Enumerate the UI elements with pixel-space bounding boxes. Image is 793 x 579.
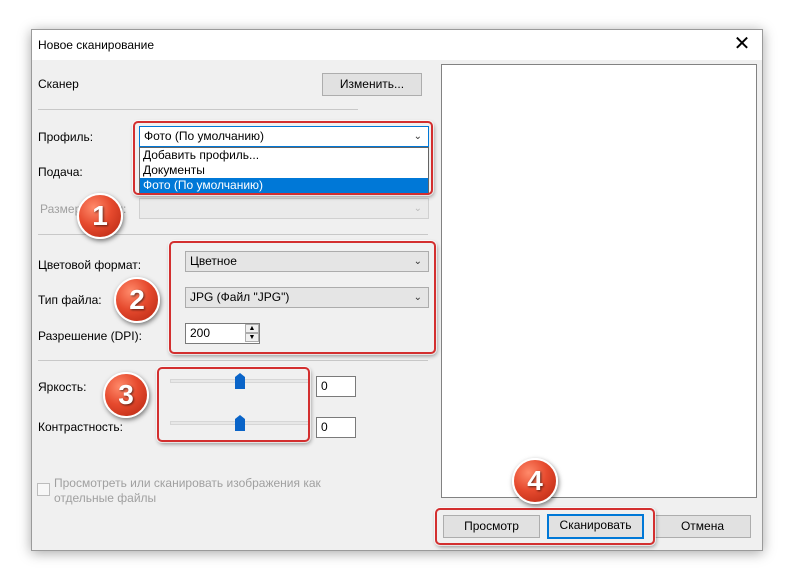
annotation-badge-4: 4 bbox=[512, 458, 558, 504]
separator bbox=[38, 109, 358, 110]
close-button[interactable]: ✕ bbox=[722, 30, 762, 60]
annotation-badge-1: 1 bbox=[77, 193, 123, 239]
title-bar: Новое сканирование ✕ bbox=[32, 30, 762, 60]
window-title: Новое сканирование bbox=[38, 38, 155, 52]
highlight-box-buttons bbox=[435, 508, 655, 545]
highlight-box-profile bbox=[133, 121, 433, 195]
profile-label: Профиль: bbox=[38, 130, 94, 144]
chevron-down-icon: ⌄ bbox=[413, 203, 422, 214]
cancel-button[interactable]: Отмена bbox=[654, 515, 751, 538]
separate-files-checkbox[interactable] bbox=[37, 483, 50, 496]
paper-size-select: ⌄ bbox=[139, 198, 429, 219]
preview-area bbox=[441, 64, 757, 498]
separate-files-label-line2: отдельные файлы bbox=[54, 491, 157, 505]
highlight-box-format bbox=[169, 241, 436, 354]
source-label: Подача: bbox=[38, 165, 83, 179]
contrast-label: Контрастность: bbox=[38, 420, 124, 434]
separator bbox=[38, 360, 428, 361]
contrast-input[interactable]: 0 bbox=[316, 417, 356, 438]
highlight-box-sliders bbox=[157, 367, 310, 442]
change-scanner-button[interactable]: Изменить... bbox=[322, 73, 422, 96]
file-type-label: Тип файла: bbox=[38, 293, 102, 307]
color-format-label: Цветовой формат: bbox=[38, 258, 142, 272]
brightness-input[interactable]: 0 bbox=[316, 376, 356, 397]
annotation-badge-3: 3 bbox=[103, 372, 149, 418]
scanner-label: Сканер bbox=[38, 77, 79, 91]
resolution-label: Разрешение (DPI): bbox=[38, 329, 142, 343]
annotation-badge-2: 2 bbox=[114, 277, 160, 323]
separate-files-label-line1: Просмотреть или сканировать изображения … bbox=[54, 476, 321, 490]
brightness-label: Яркость: bbox=[38, 380, 87, 394]
